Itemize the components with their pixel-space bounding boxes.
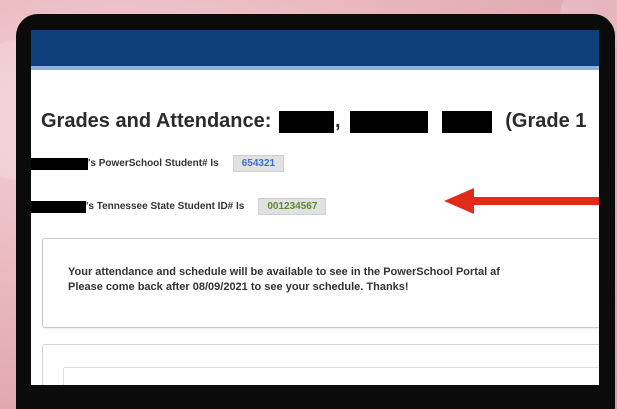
notice-box: Your attendance and schedule will be ava… (42, 238, 599, 328)
powerschool-screen: Grades and Attendance: , (Grade 1 's Pow… (31, 30, 599, 385)
lower-panel (42, 344, 599, 385)
lower-panel-inner (63, 367, 599, 385)
red-arrow-annotation (444, 188, 599, 214)
redacted-student-name (31, 157, 88, 170)
notice-text: Your attendance and schedule will be ava… (68, 265, 500, 295)
powerschool-id-row: 's PowerSchool Student# Is 654321 (31, 155, 285, 172)
grade-text: (Grade 1 (505, 110, 587, 132)
tn-state-id-badge: 001234567 (258, 198, 327, 215)
page-title-label: Grades and Attendance: (41, 110, 272, 132)
powerschool-id-badge: 654321 (232, 155, 285, 172)
tn-state-id-row: 's Tennessee State Student ID# Is 001234… (31, 198, 327, 215)
redacted-first-name (350, 110, 429, 133)
redacted-student-name (31, 200, 86, 213)
page-title: Grades and Attendance: , (Grade 1 (41, 110, 586, 133)
notice-line-2: Please come back after 08/09/2021 to see… (68, 281, 409, 293)
redacted-middle-name (441, 110, 492, 133)
redacted-last-name (278, 110, 334, 133)
tn-state-id-label: 's Tennessee State Student ID# Is (86, 201, 245, 212)
notice-line-1: Your attendance and schedule will be ava… (68, 266, 500, 278)
header-bar (31, 30, 599, 70)
title-separator: , (334, 110, 341, 132)
powerschool-id-label: 's PowerSchool Student# Is (88, 158, 219, 169)
arrow-shape (444, 188, 599, 214)
